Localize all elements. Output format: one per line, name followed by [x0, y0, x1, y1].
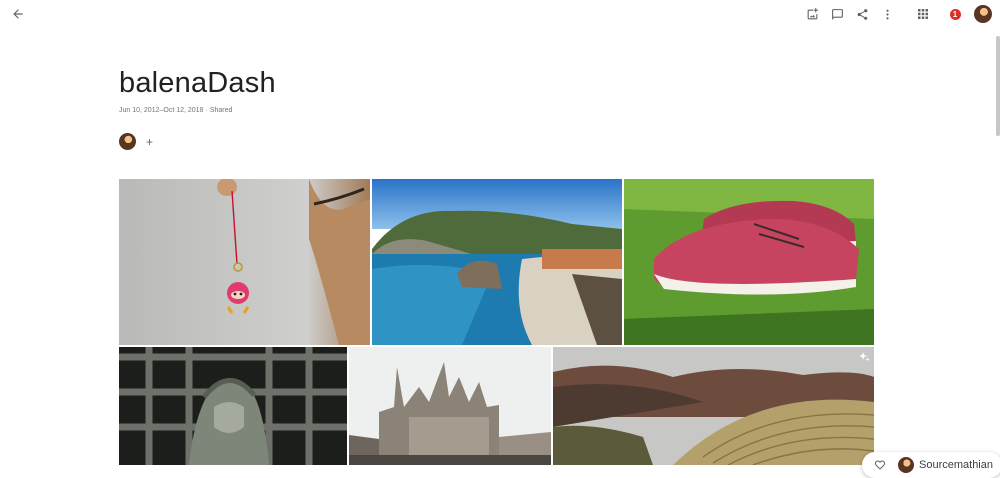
photo-coast[interactable] [372, 179, 622, 345]
photo-charm[interactable] [119, 179, 370, 345]
notifications-button[interactable]: 1 [944, 3, 966, 25]
meta-separator: · [205, 107, 208, 114]
apps-button[interactable] [912, 3, 934, 25]
more-options-button[interactable] [876, 3, 898, 25]
photo-coast-image [372, 179, 622, 345]
comment-icon [831, 8, 843, 20]
add-person-button[interactable]: + [146, 136, 153, 148]
comments-button[interactable] [826, 3, 848, 25]
top-actions: 1 [798, 3, 992, 25]
activity-pill[interactable]: Sourcemathian [862, 452, 1000, 478]
add-photos-button[interactable] [801, 3, 823, 25]
page-scrollbar[interactable] [996, 36, 1000, 136]
activity-avatar [898, 457, 914, 473]
arrow-back-icon [13, 9, 23, 19]
photo-sneakers[interactable] [624, 179, 874, 345]
apps-grid-icon [918, 9, 928, 19]
photo-statue-image [119, 347, 347, 465]
album-visibility: Shared [209, 107, 233, 114]
album-sharers: + [119, 133, 153, 150]
share-icon [857, 8, 867, 20]
album-title[interactable]: balenaDash [119, 67, 276, 100]
photo-terraces-image [553, 347, 874, 465]
photo-charm-image [119, 179, 370, 345]
more-vert-icon [885, 9, 889, 19]
back-button[interactable] [8, 4, 28, 24]
photo-statue[interactable] [119, 347, 347, 465]
account-avatar[interactable] [974, 5, 992, 23]
album-date-range: Jun 10, 2012–Oct 12, 2018 [119, 107, 204, 114]
sharer-avatar[interactable] [119, 133, 136, 150]
share-button[interactable] [851, 3, 873, 25]
add-photo-icon [807, 7, 818, 19]
activity-name: Sourcemathian [919, 459, 993, 471]
photo-sneakers-image [624, 179, 874, 345]
photo-cathedral-image [349, 347, 551, 465]
photo-terraces[interactable] [553, 347, 874, 465]
heart-icon [875, 460, 885, 470]
album-meta: Jun 10, 2012–Oct 12, 2018 · Shared [119, 107, 232, 114]
photo-cathedral[interactable] [349, 347, 551, 465]
notification-badge: 1 [949, 8, 961, 20]
sparkle-icon [858, 351, 870, 363]
